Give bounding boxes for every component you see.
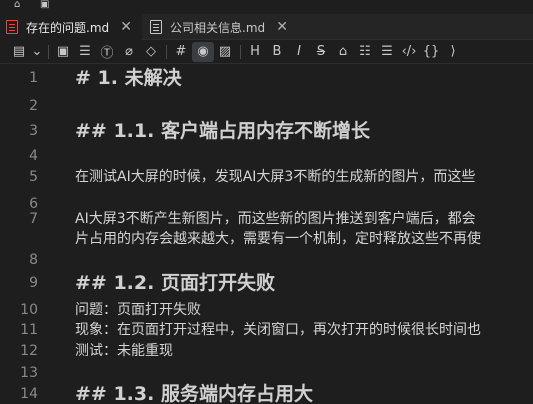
markdown-editor[interactable]: 1 # 1. 未解决 2 3 ## 1.1. 客户端占用内存不断增长 4 5 在… (0, 64, 533, 404)
list-icon[interactable]: ☰ (74, 42, 96, 62)
divider (44, 42, 52, 62)
editor-line: 9 ## 1.2. 页面打开失败 (0, 271, 533, 295)
line-number: 2 (29, 98, 38, 114)
title-strip: ⌂ ▣ (0, 0, 533, 14)
tab-label: 存在的问题.md (26, 20, 110, 35)
braces-icon[interactable]: {} (420, 42, 442, 62)
markdown-file-icon (6, 20, 18, 34)
tab-cunzai-wenti[interactable]: 存在的问题.md ✕ (0, 14, 142, 40)
line-number: 12 (20, 343, 38, 359)
close-icon[interactable]: ✕ (119, 19, 133, 35)
line-number: 3 (29, 123, 38, 139)
italic-icon[interactable]: I (288, 42, 310, 62)
numbered-list-icon[interactable]: ☰ (376, 42, 398, 62)
line-number: 8 (29, 252, 38, 268)
bold-icon[interactable]: B (266, 42, 288, 62)
tab-label: 公司相关信息.md (170, 20, 266, 35)
markdown-file-icon (150, 20, 162, 34)
tag-icon[interactable]: ◇ (140, 42, 162, 62)
line-text: ## 1.3. 服务端内存占用大 (75, 383, 313, 404)
line-text: # 1. 未解决 (75, 67, 182, 89)
user-icon[interactable]: ⌂ (14, 0, 28, 10)
more-icon[interactable]: ⟩ (442, 42, 464, 62)
text-format-icon[interactable]: Ⓣ (96, 42, 118, 62)
line-number: 5 (29, 169, 38, 185)
close-icon[interactable]: ✕ (275, 19, 289, 35)
heading-icon[interactable]: H (244, 42, 266, 62)
line-number: 1 (29, 70, 38, 86)
editor-line: 8 (0, 248, 533, 272)
line-text: ## 1.1. 客户端占用内存不断增长 (75, 120, 370, 142)
chevron-down-icon[interactable]: ⌄ (30, 42, 44, 62)
line-text: ## 1.2. 页面打开失败 (75, 272, 275, 294)
line-text: 测试：未能重现 (75, 343, 173, 359)
eye-icon[interactable]: ◉ (192, 41, 214, 62)
lock-icon[interactable]: ⌂ (332, 42, 354, 62)
divider (236, 42, 244, 62)
editor-line: 2 (0, 94, 533, 118)
window-icon[interactable]: ▣ (40, 0, 54, 10)
save-icon[interactable]: ▣ (52, 42, 74, 62)
attach-icon[interactable]: ⌀ (118, 42, 140, 62)
line-number: 9 (29, 275, 38, 291)
tab-bar: 存在的问题.md ✕ 公司相关信息.md ✕ (0, 14, 533, 40)
editor-line: 14 ## 1.3. 服务端内存占用大 (0, 382, 533, 404)
line-number: 14 (20, 386, 38, 402)
file-menu-icon[interactable]: ▤ (8, 42, 30, 62)
editor-line: 5 在测试AI大屏的时候，发现AI大屏3不断的生成新的图片，而这些 (0, 165, 533, 189)
tab-gongsi-xinxi[interactable]: 公司相关信息.md ✕ (144, 14, 294, 40)
strikethrough-icon[interactable]: S̶ (310, 42, 332, 62)
bullet-list-icon[interactable]: ☷ (354, 42, 376, 62)
editor-toolbar: ▤ ⌄ ▣ ☰ Ⓣ ⌀ ◇ # ◉ ▨ H B I S̶ ⌂ ☷ ☰ ‹/› {… (0, 40, 533, 64)
code-icon[interactable]: ‹/› (398, 42, 420, 62)
editor-line: 12 测试：未能重现 (0, 339, 533, 363)
divider (162, 42, 170, 62)
hash-icon[interactable]: # (170, 42, 192, 62)
editor-line: 1 # 1. 未解决 (0, 66, 533, 90)
image-icon[interactable]: ▨ (214, 42, 236, 62)
line-text: 在测试AI大屏的时候，发现AI大屏3不断的生成新的图片，而这些 (75, 169, 476, 185)
editor-line: 3 ## 1.1. 客户端占用内存不断增长 (0, 119, 533, 143)
